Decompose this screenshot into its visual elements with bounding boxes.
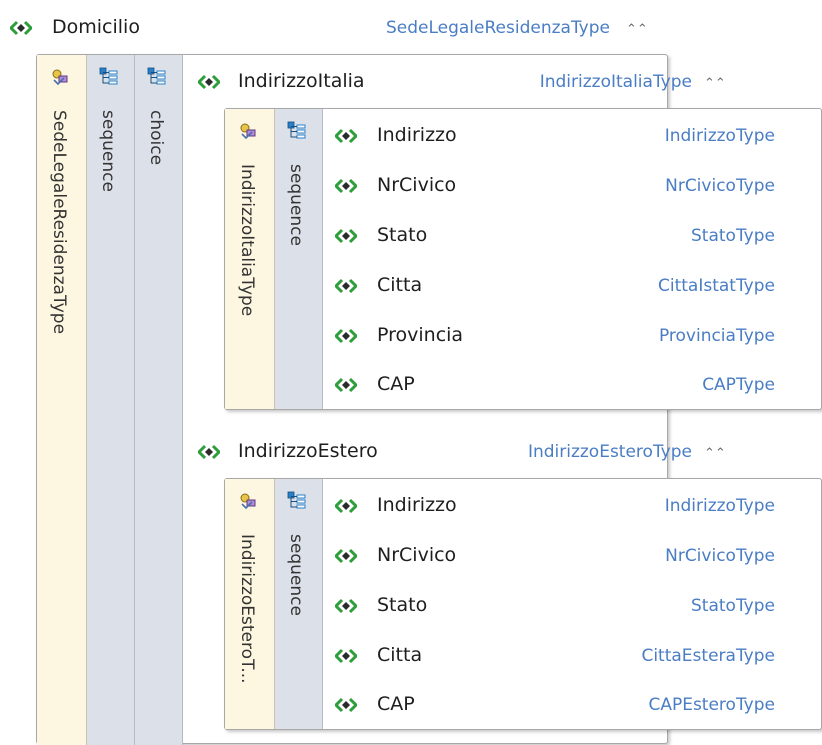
element-icon: [335, 228, 357, 244]
complex-type-column[interactable]: IndirizzoItaliaType: [225, 109, 275, 409]
sequence-icon: [287, 121, 307, 141]
child-element-row[interactable]: NrCivico NrCivicoType: [323, 161, 822, 211]
element-icon: [335, 498, 357, 514]
collapse-icon[interactable]: ⌃⌃: [626, 23, 648, 36]
sequence-icon: [287, 491, 307, 511]
element-icon: [335, 598, 357, 614]
element-name: Stato: [377, 594, 428, 616]
element-icon: [335, 328, 357, 344]
complex-type-label: SedeLegaleResidenzaType: [49, 110, 69, 335]
child-element-row[interactable]: CAP CAPType: [323, 361, 822, 409]
complex-type-icon: [238, 491, 258, 511]
element-type[interactable]: IndirizzoEsteroType: [528, 442, 692, 462]
sequence-column[interactable]: sequence: [87, 55, 135, 745]
element-type[interactable]: StatoType: [691, 596, 775, 616]
italia-type-panel: IndirizzoItaliaType sequence Indirizzo I…: [224, 108, 822, 410]
element-name: Citta: [377, 274, 423, 296]
element-type[interactable]: CittaIstatType: [658, 276, 775, 296]
element-icon: [198, 444, 220, 460]
element-name: CAP: [377, 373, 415, 395]
element-type[interactable]: CittaEsteraType: [641, 646, 775, 666]
element-type[interactable]: NrCivicoType: [665, 546, 775, 566]
collapse-icon[interactable]: ⌃⌃: [704, 77, 726, 90]
element-type[interactable]: IndirizzoItaliaType: [540, 72, 692, 92]
child-element-row[interactable]: Provincia ProvinciaType: [323, 311, 822, 361]
element-name: Stato: [377, 224, 428, 246]
collapse-icon[interactable]: ⌃⌃: [704, 447, 726, 460]
complex-type-icon: [50, 67, 70, 87]
element-type[interactable]: StatoType: [691, 226, 775, 246]
child-element-row[interactable]: Indirizzo IndirizzoType: [323, 111, 822, 161]
element-icon: [335, 377, 357, 393]
choice-label: choice: [146, 110, 166, 166]
element-icon: [335, 128, 357, 144]
element-icon: [198, 74, 220, 90]
estero-element-row[interactable]: IndirizzoEstero IndirizzoEsteroType ⌃⌃: [184, 434, 736, 468]
element-name: CAP: [377, 693, 415, 715]
italia-element-row[interactable]: IndirizzoItalia IndirizzoItaliaType ⌃⌃: [184, 64, 736, 98]
element-type[interactable]: CAPType: [702, 375, 775, 395]
element-name: Domicilio: [52, 16, 140, 38]
element-icon: [335, 697, 357, 713]
child-element-row[interactable]: Citta CittaEsteraType: [323, 631, 822, 681]
element-name: NrCivico: [377, 174, 457, 196]
element-type[interactable]: IndirizzoType: [665, 126, 775, 146]
element-icon: [335, 548, 357, 564]
element-icon: [335, 178, 357, 194]
element-type[interactable]: SedeLegaleResidenzaType: [386, 18, 610, 38]
child-element-row[interactable]: Citta CittaIstatType: [323, 261, 822, 311]
sequence-column[interactable]: sequence: [275, 109, 323, 409]
sequence-icon: [99, 67, 119, 87]
sequence-column[interactable]: sequence: [275, 479, 323, 729]
element-icon: [335, 648, 357, 664]
element-name: IndirizzoItalia: [238, 70, 365, 92]
element-name: Provincia: [377, 324, 464, 346]
element-name: Indirizzo: [377, 494, 457, 516]
element-icon: [10, 20, 32, 36]
element-type[interactable]: IndirizzoType: [665, 496, 775, 516]
complex-type-column[interactable]: SedeLegaleResidenzaType: [37, 55, 87, 745]
element-name: NrCivico: [377, 544, 457, 566]
choice-icon: [147, 67, 167, 87]
root-element-row[interactable]: Domicilio SedeLegaleResidenzaType ⌃⌃: [0, 10, 668, 44]
complex-type-icon: [238, 121, 258, 141]
element-icon: [335, 278, 357, 294]
sequence-label: sequence: [98, 110, 118, 192]
sequence-label: sequence: [286, 534, 306, 616]
estero-type-panel: IndirizzoEsteroT... sequence Indirizzo I…: [224, 478, 822, 730]
element-type[interactable]: CAPEsteroType: [648, 695, 775, 715]
element-name: Indirizzo: [377, 124, 457, 146]
sequence-label: sequence: [286, 164, 306, 246]
child-element-row[interactable]: Indirizzo IndirizzoType: [323, 481, 822, 531]
complex-type-label: IndirizzoEsteroT...: [237, 534, 257, 684]
complex-type-column[interactable]: IndirizzoEsteroT...: [225, 479, 275, 729]
element-type[interactable]: ProvinciaType: [659, 326, 775, 346]
element-name: Citta: [377, 644, 423, 666]
child-element-row[interactable]: NrCivico NrCivicoType: [323, 531, 822, 581]
element-type[interactable]: NrCivicoType: [665, 176, 775, 196]
child-element-row[interactable]: Stato StatoType: [323, 581, 822, 631]
complex-type-label: IndirizzoItaliaType: [237, 164, 257, 317]
element-name: IndirizzoEstero: [238, 440, 378, 462]
child-element-row[interactable]: Stato StatoType: [323, 211, 822, 261]
child-element-row[interactable]: CAP CAPEsteroType: [323, 681, 822, 729]
choice-column[interactable]: choice: [135, 55, 183, 745]
